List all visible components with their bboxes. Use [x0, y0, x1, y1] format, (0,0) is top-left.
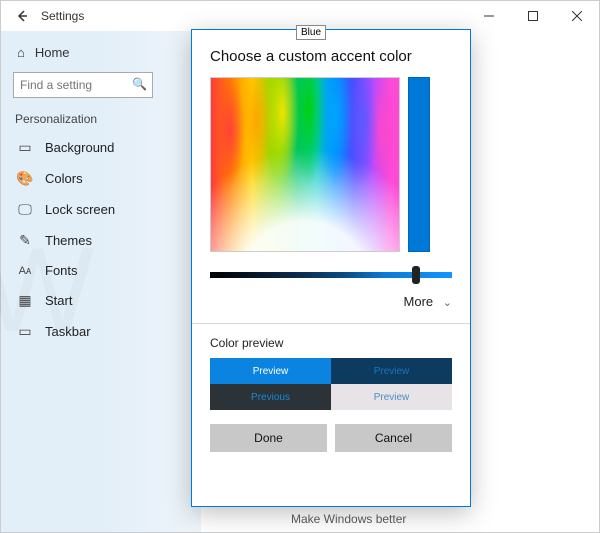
color-canvas-gradient [211, 78, 399, 251]
preview-tile-light-bg: Preview [331, 384, 452, 410]
preview-tile-dark-accent: Preview [331, 358, 452, 384]
sidebar-item-label: Themes [45, 233, 92, 248]
picture-icon: ▭ [17, 139, 33, 156]
hue-slider[interactable] [408, 77, 430, 252]
slider-thumb[interactable] [412, 266, 420, 284]
sidebar-item-lock-screen[interactable]: 🖵 Lock screen [13, 194, 193, 225]
done-button[interactable]: Done [210, 424, 327, 452]
sidebar-section-header: Personalization [15, 112, 193, 126]
themes-icon: ✎ [17, 232, 33, 249]
divider [192, 323, 470, 324]
more-toggle[interactable]: More ⌄ [210, 294, 452, 309]
sidebar-home[interactable]: ⌂ Home [13, 39, 193, 66]
taskbar-icon: ▭ [17, 323, 33, 340]
sidebar-item-label: Fonts [45, 263, 78, 278]
sidebar-item-taskbar[interactable]: ▭ Taskbar [13, 316, 193, 347]
sidebar-item-colors[interactable]: 🎨 Colors [13, 163, 193, 194]
color-tooltip: Blue [296, 25, 326, 40]
sidebar-item-start[interactable]: ▦ Start [13, 285, 193, 316]
color-preview-grid: Preview Preview Previous Preview [210, 358, 452, 410]
value-slider[interactable] [210, 272, 452, 278]
dialog-title: Choose a custom accent color [210, 48, 452, 65]
home-icon: ⌂ [17, 45, 25, 60]
chevron-down-icon: ⌄ [443, 297, 452, 309]
minimize-button[interactable] [467, 1, 511, 31]
search-icon: 🔍 [132, 77, 147, 91]
sidebar-search: 🔍 [13, 72, 193, 98]
color-picker-dialog: Choose a custom accent color More ⌄ Colo… [191, 29, 471, 507]
preview-tile-light-accent: Preview [210, 358, 331, 384]
sidebar-item-label: Lock screen [45, 202, 115, 217]
preview-header: Color preview [210, 336, 452, 350]
color-canvas[interactable] [210, 77, 400, 252]
sidebar-item-fonts[interactable]: Aᴀ Fonts [13, 256, 193, 285]
sidebar-item-label: Start [45, 293, 72, 308]
maximize-button[interactable] [511, 1, 555, 31]
start-icon: ▦ [17, 292, 33, 309]
maximize-icon [528, 11, 538, 21]
close-icon [572, 11, 582, 21]
arrow-left-icon [15, 9, 29, 23]
preview-tile-dark-bg: Previous [210, 384, 331, 410]
cancel-button[interactable]: Cancel [335, 424, 452, 452]
more-label: More [404, 294, 434, 309]
minimize-icon [484, 11, 494, 21]
sidebar-item-label: Background [45, 140, 114, 155]
lock-icon: 🖵 [17, 201, 33, 218]
sidebar-item-label: Colors [45, 171, 83, 186]
window-title: Settings [41, 9, 84, 23]
sidebar-item-label: Taskbar [45, 324, 91, 339]
footer-hint: Make Windows better [291, 512, 406, 526]
sidebar-item-themes[interactable]: ✎ Themes [13, 225, 193, 256]
palette-icon: 🎨 [17, 170, 33, 187]
fonts-icon: Aᴀ [17, 265, 33, 277]
back-button[interactable] [9, 3, 35, 29]
close-button[interactable] [555, 1, 599, 31]
sidebar-home-label: Home [35, 45, 70, 60]
sidebar: ⌂ Home 🔍 Personalization ▭ Background 🎨 … [1, 31, 201, 532]
sidebar-item-background[interactable]: ▭ Background [13, 132, 193, 163]
